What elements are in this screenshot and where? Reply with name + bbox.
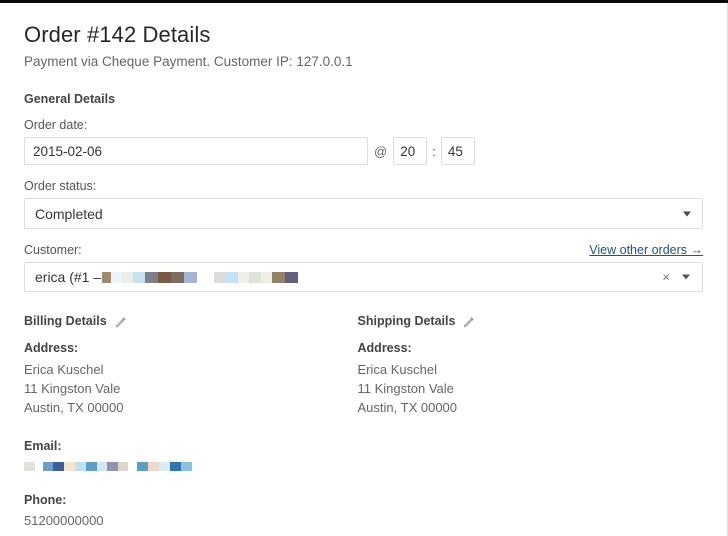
customer-redacted-email <box>102 271 299 283</box>
pencil-icon[interactable] <box>114 316 127 329</box>
billing-address-line: Erica Kuschel <box>24 362 104 378</box>
shipping-details-title: Shipping Details <box>358 314 694 328</box>
shipping-details-column: Shipping Details Address: Erica Kuschel … <box>358 314 694 417</box>
customer-select[interactable]: erica (#1 – × <box>24 262 703 293</box>
email-block: Email: <box>24 439 361 476</box>
general-details-heading: General Details <box>24 92 116 107</box>
address-columns: Billing Details Address: Erica Kuschel 1… <box>24 314 694 417</box>
billing-address-line: Austin, TX 00000 <box>24 400 124 416</box>
phone-label: Phone: <box>24 493 67 508</box>
page-title: Order #142 Details <box>24 22 211 47</box>
customer-header: Customer: View other orders → <box>24 243 703 257</box>
colon-separator: : <box>432 143 436 159</box>
billing-address-label: Address: <box>24 341 79 356</box>
chevron-down-icon[interactable] <box>682 274 690 280</box>
customer-label: Customer: <box>24 243 82 258</box>
billing-address-line: 11 Kingston Vale <box>24 381 121 397</box>
chevron-down-icon <box>683 211 691 217</box>
shipping-address-line: 11 Kingston Vale <box>357 381 454 397</box>
order-date-field-row: Order date: @ : <box>24 118 694 166</box>
order-status-field-row: Order status: Completed <box>24 179 703 230</box>
shipping-address-label: Address: <box>357 341 412 356</box>
view-other-orders-link[interactable]: View other orders → <box>589 243 703 257</box>
order-status-label: Order status: <box>24 179 97 194</box>
order-details-panel: Order #142 Details Payment via Cheque Pa… <box>0 3 710 536</box>
order-status-value: Completed <box>35 205 103 222</box>
at-separator: @ <box>374 143 388 159</box>
phone-value: 51200000000 <box>24 513 104 529</box>
billing-details-column: Billing Details Address: Erica Kuschel 1… <box>24 314 358 417</box>
phone-block: Phone: 51200000000 <box>24 493 361 530</box>
customer-field-row: Customer: View other orders → erica (#1 … <box>24 243 703 293</box>
order-minute-input[interactable] <box>440 137 475 166</box>
order-date-input[interactable] <box>24 137 368 166</box>
page-subtitle: Payment via Cheque Payment. Customer IP:… <box>24 53 353 69</box>
shipping-details-label: Shipping Details <box>357 314 456 329</box>
shipping-address-line: Austin, TX 00000 <box>357 400 458 416</box>
clear-customer-icon[interactable]: × <box>662 271 670 284</box>
billing-details-title: Billing Details <box>24 314 358 328</box>
order-status-select[interactable]: Completed <box>24 198 703 230</box>
order-hour-input[interactable] <box>393 137 428 166</box>
order-date-label: Order date: <box>24 118 88 133</box>
customer-value: erica (#1 – <box>35 269 102 286</box>
shipping-address-line: Erica Kuschel <box>357 362 437 378</box>
email-label: Email: <box>24 439 62 454</box>
email-redacted-value <box>24 462 200 472</box>
billing-details-label: Billing Details <box>24 314 107 329</box>
order-date-inputs: @ : <box>24 137 694 166</box>
pencil-icon[interactable] <box>462 316 475 329</box>
